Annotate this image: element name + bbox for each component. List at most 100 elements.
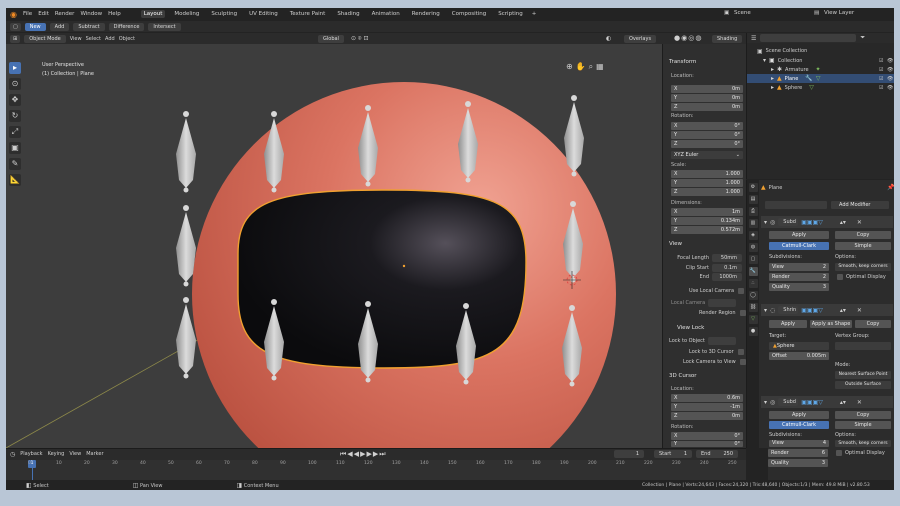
collection-row[interactable]: ▾ ▣ Collection ☑ 👁 — [747, 56, 894, 65]
annotate-tool-icon[interactable]: ✎ — [9, 158, 21, 170]
dimension-z-field[interactable]: Z 0.572m — [671, 226, 743, 234]
render-levels-field-3[interactable]: Render 6 — [768, 449, 828, 457]
tab-shading[interactable]: Shading — [334, 10, 362, 18]
scale-y-field[interactable]: Y 1.000 — [671, 179, 743, 187]
offset-field[interactable]: Offset 0.005m — [769, 352, 829, 360]
dimension-y-field[interactable]: Y 0.134m — [671, 217, 743, 225]
cursor-rot-y-field[interactable]: Y 0° — [671, 441, 743, 447]
apply-as-shape-button[interactable]: Apply as Shape — [810, 320, 852, 328]
end-frame-field[interactable]: End 250 — [696, 450, 738, 458]
transform-panel-title[interactable]: Transform — [663, 58, 746, 67]
clip-start-row[interactable]: Clip Start 0.1m — [673, 264, 742, 272]
lock-3d-cursor-row[interactable]: Lock to 3D Cursor — [689, 349, 744, 355]
snap-icon[interactable]: ⊙ ⌾ ⊡ — [351, 35, 368, 43]
menu-select[interactable]: Select — [86, 36, 101, 42]
tab-texture-paint[interactable]: Texture Paint — [287, 10, 329, 18]
vertex-group-selector[interactable] — [835, 342, 891, 350]
optimal-display-row-1[interactable]: Optimal Display — [837, 274, 886, 280]
lock-to-object-row[interactable]: Lock to Object — [669, 337, 736, 345]
menu-object[interactable]: Object — [119, 36, 135, 42]
subtract-mode-button[interactable]: Subtract — [73, 22, 105, 31]
object-tab-icon[interactable]: ▢ — [748, 255, 758, 264]
modifier-header-subd-1[interactable]: ▾ ◎ Subd ▣▣▣▽ ▴▾ ✕ — [761, 216, 893, 228]
checkbox-icon[interactable]: ☑ — [879, 58, 883, 64]
shading-mode-icons[interactable]: ●◉◎◍ — [674, 34, 702, 42]
quality-field-1[interactable]: Quality 3 — [769, 283, 829, 291]
menu-window[interactable]: Window — [80, 11, 102, 17]
quality-field-3[interactable]: Quality 3 — [768, 459, 828, 467]
use-local-camera-row[interactable]: Use Local Camera — [689, 288, 745, 294]
mode-selector[interactable]: Object Mode — [24, 34, 66, 43]
outliner-item-sphere[interactable]: ▸ ▲ Sphere ▽ ☑ 👁 — [747, 83, 894, 92]
expand-icon[interactable]: ▸ — [771, 66, 774, 73]
pin-icon[interactable]: 📌 — [887, 184, 894, 191]
tool-tab-icon[interactable]: ⚙ — [748, 183, 758, 192]
modifier-header-subd-2[interactable]: ▾ ◎ Subd ▣▣▣▽ ▴▾ ✕ — [761, 396, 893, 408]
playback-controls-icons[interactable]: ⏮◀◀▶▶▶⏭ — [340, 450, 387, 459]
add-modifier-button[interactable]: Add Modifier — [831, 201, 889, 209]
close-icon[interactable]: ✕ — [857, 219, 862, 226]
copy-button-1[interactable]: Copy — [835, 231, 891, 239]
shading-button[interactable]: Shading — [712, 35, 743, 43]
timeline-view-menu[interactable]: View — [69, 451, 81, 457]
apply-button-1[interactable]: Apply — [769, 231, 829, 239]
eye-icon[interactable]: 👁 — [887, 58, 893, 64]
output-tab-icon[interactable]: ⎙ — [748, 207, 758, 216]
scale-z-field[interactable]: Z 1.000 — [671, 188, 743, 196]
location-x-field[interactable]: X 0m — [671, 85, 743, 93]
difference-mode-button[interactable]: Difference — [108, 22, 145, 31]
visibility-icon[interactable]: ◐ — [606, 35, 611, 42]
cursor-rot-x-field[interactable]: X 0° — [671, 432, 743, 440]
playback-menu[interactable]: Playback — [20, 451, 42, 457]
measure-tool-icon[interactable]: 📐 — [9, 174, 21, 186]
eye-icon[interactable]: 👁 — [887, 67, 893, 73]
view-layer-tab-icon[interactable]: ▥ — [748, 219, 758, 228]
modifier-name-field[interactable]: Subd — [778, 398, 799, 406]
particles-tab-icon[interactable]: ∴ — [748, 279, 758, 288]
3d-viewport[interactable]: User Perspective (1) Collection | Plane … — [6, 44, 662, 448]
clip-end-row[interactable]: End 1000m — [673, 273, 742, 281]
menu-render[interactable]: Render — [55, 11, 75, 17]
constraints-tab-icon[interactable]: ⛓ — [748, 303, 758, 312]
start-frame-field[interactable]: Start 1 — [654, 450, 692, 458]
material-tab-icon[interactable]: ● — [748, 327, 758, 336]
close-icon[interactable]: ✕ — [857, 399, 862, 406]
catmull-clark-button-1[interactable]: Catmull-Clark — [769, 242, 829, 250]
navigation-gizmo-icons[interactable]: ⊕✋⌕▦ — [566, 62, 607, 72]
view-lock-title[interactable]: View Lock — [671, 324, 704, 333]
3d-cursor-panel-title[interactable]: 3D Cursor — [663, 372, 697, 381]
expand-icon[interactable]: ▸ — [771, 84, 774, 91]
menu-file[interactable]: File — [23, 11, 32, 17]
collapse-icon[interactable]: ▾ — [764, 307, 767, 314]
collapse-icon[interactable]: ▾ — [764, 399, 767, 406]
wrap-mode-selector[interactable]: Nearest Surface Point — [835, 371, 891, 379]
render-tab-icon[interactable]: ▤ — [748, 195, 758, 204]
scene-collection-row[interactable]: ▣ Scene Collection — [747, 46, 894, 56]
tab-animation[interactable]: Animation — [369, 10, 403, 18]
lock-camera-row[interactable]: Lock Camera to View — [683, 359, 746, 365]
move-up-down-icon[interactable]: ▴▾ — [840, 219, 846, 226]
modifier-tab-icon[interactable]: 🔧 — [748, 267, 758, 276]
tab-sculpting[interactable]: Sculpting — [208, 10, 240, 18]
overlays-button[interactable]: Overlays — [624, 35, 657, 43]
modifier-search-input[interactable] — [765, 201, 827, 209]
filter-icon[interactable]: ⏷ — [860, 34, 865, 42]
data-tab-icon[interactable]: ▽ — [748, 315, 758, 324]
intersect-mode-button[interactable]: Intersect — [148, 22, 181, 31]
move-up-down-icon[interactable]: ▴▾ — [840, 307, 846, 314]
render-levels-field-1[interactable]: Render 2 — [769, 273, 829, 281]
optimal-display-row-3[interactable]: Optimal Display — [836, 450, 885, 456]
add-mode-button[interactable]: Add — [49, 22, 70, 31]
move-up-down-icon[interactable]: ▴▾ — [840, 399, 846, 406]
outliner-item-armature[interactable]: ▸ ✱ Armature ✦ ☑ 👁 — [747, 65, 894, 74]
copy-button-3[interactable]: Copy — [835, 411, 891, 419]
view-levels-field-3[interactable]: View 4 — [769, 440, 829, 447]
focal-length-row[interactable]: Focal Length 50mm — [673, 254, 742, 262]
keying-menu[interactable]: Keying — [48, 451, 65, 457]
checkbox-icon[interactable]: ☑ — [879, 67, 883, 73]
scene-selector[interactable]: Scene — [734, 10, 751, 16]
tool-select-icon[interactable]: ▢ — [10, 22, 21, 31]
transform-orientation-selector[interactable]: Global — [318, 35, 344, 43]
location-y-field[interactable]: Y 0m — [671, 94, 743, 102]
marker-menu[interactable]: Marker — [86, 451, 103, 457]
